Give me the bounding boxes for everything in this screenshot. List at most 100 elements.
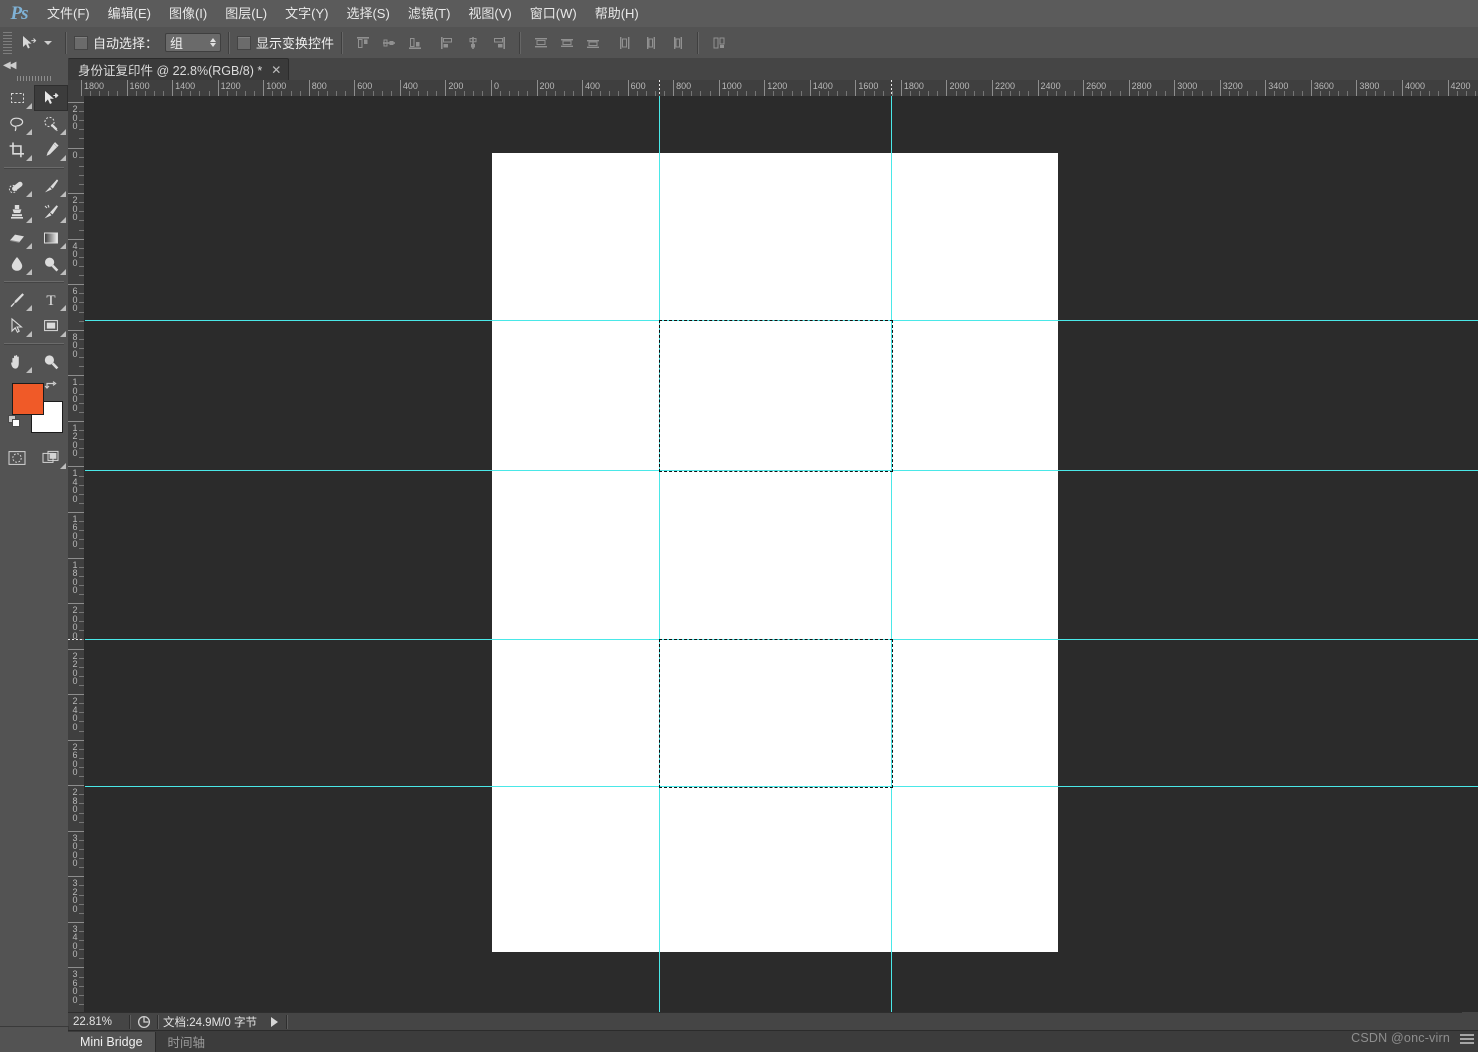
menu-window[interactable]: 窗口(W) (521, 0, 586, 27)
move-tool[interactable] (34, 85, 68, 111)
ruler-minor-tick (79, 502, 84, 504)
zoom-tool[interactable] (34, 349, 68, 375)
ruler-minor-tick (79, 675, 84, 677)
close-icon[interactable]: ✕ (271, 63, 281, 77)
align-vertical-centers-button[interactable] (378, 32, 400, 54)
align-horizontal-centers-button[interactable] (462, 32, 484, 54)
ruler-minor-tick (79, 712, 84, 714)
spot-healing-brush-tool[interactable] (0, 173, 34, 199)
dodge-tool[interactable] (34, 251, 68, 277)
distribute-top-edges-button[interactable] (530, 32, 552, 54)
ruler-minor-tick (79, 220, 84, 222)
distribute-bottom-edges-button[interactable] (582, 32, 604, 54)
ruler-label: 1400 (812, 81, 833, 91)
menu-file[interactable]: 文件(F) (38, 0, 99, 27)
ruler-label: 1800 (84, 81, 105, 91)
gradient-tool[interactable] (34, 225, 68, 251)
quick-mask-mode[interactable] (0, 445, 34, 471)
tool-palette-grip[interactable] (17, 76, 51, 81)
rectangular-marquee-tool[interactable] (0, 85, 34, 111)
zoom-level-input[interactable]: 22.81% (73, 1014, 127, 1030)
document-tab[interactable]: 身份证复印件 @ 22.8%(RGB/8) * ✕ (68, 58, 290, 80)
document-info[interactable]: 文档:24.9M/0 字节 (163, 1014, 257, 1030)
menu-image[interactable]: 图像(I) (160, 0, 216, 27)
ruler-label: 600 (72, 286, 78, 314)
menu-filter[interactable]: 滤镜(T) (399, 0, 460, 27)
flyout-triangle-icon (60, 269, 66, 275)
panel-menu-icon[interactable] (1460, 1034, 1474, 1046)
menu-view[interactable]: 视图(V) (459, 0, 520, 27)
ruler-label: 1600 (72, 513, 78, 550)
options-divider-3 (341, 31, 344, 54)
status-menu-arrow-icon[interactable] (270, 1017, 278, 1027)
ruler-minor-tick (79, 484, 84, 486)
tab-timeline[interactable]: 时间轴 (156, 1032, 218, 1052)
screen-mode-toggle[interactable] (34, 445, 68, 471)
tool-palette: ◀◀ T (0, 58, 69, 1026)
menu-help[interactable]: 帮助(H) (586, 0, 648, 27)
align-bottom-edges-button[interactable] (404, 32, 426, 54)
crop-tool[interactable] (0, 137, 34, 163)
show-transform-controls-checkbox[interactable] (237, 35, 252, 50)
flyout-triangle-icon (60, 129, 66, 135)
menu-layer[interactable]: 图层(L) (216, 0, 276, 27)
ruler-minor-tick (79, 521, 84, 523)
distribute-vertical-centers-button[interactable] (556, 32, 578, 54)
move-tool-icon[interactable] (16, 31, 42, 55)
ruler-label: 3200 (72, 878, 78, 914)
auto-align-layers-button[interactable] (708, 32, 730, 54)
history-brush-tool[interactable] (34, 199, 68, 225)
menu-edit[interactable]: 编辑(E) (99, 0, 160, 27)
watermark-text: CSDN @onc-virn (1351, 1031, 1450, 1045)
guide-vertical[interactable] (891, 96, 892, 1012)
options-bar-grip[interactable] (3, 31, 12, 54)
foreground-color-swatch[interactable] (12, 383, 44, 415)
ruler-minor-tick (79, 539, 84, 541)
selection-marquee[interactable] (659, 320, 893, 472)
auto-select-dropdown[interactable]: 组 (165, 33, 222, 52)
menu-type[interactable]: 文字(Y) (276, 0, 337, 27)
guide-vertical[interactable] (659, 96, 660, 1012)
document-size-icon[interactable] (137, 1015, 151, 1029)
distribute-horizontal-centers-button[interactable] (640, 32, 662, 54)
auto-select-checkbox[interactable] (74, 35, 88, 50)
align-left-edges-button[interactable] (436, 32, 458, 54)
artboard[interactable] (492, 153, 1058, 952)
ruler-minor-tick (79, 685, 84, 687)
path-selection-tool[interactable] (0, 313, 34, 339)
brush-tool[interactable] (34, 173, 68, 199)
rectangle-tool[interactable] (34, 313, 68, 339)
distribute-right-edges-button[interactable] (666, 32, 688, 54)
tool-palette-collapse[interactable]: ◀◀ (0, 58, 68, 73)
eyedropper-tool[interactable] (34, 137, 68, 163)
menu-select[interactable]: 选择(S) (337, 0, 398, 27)
ruler-minor-tick (79, 138, 84, 140)
auto-select-label: 自动选择： (93, 36, 159, 51)
hand-tool[interactable] (0, 349, 34, 375)
pen-tool[interactable] (0, 287, 34, 313)
swap-colors-icon[interactable] (44, 379, 58, 396)
default-colors-icon[interactable] (8, 415, 22, 432)
tool-preset-chevron-icon[interactable] (44, 40, 52, 45)
ruler-major-tick (1447, 80, 1449, 96)
align-top-edges-button[interactable] (352, 32, 374, 54)
quick-selection-tool[interactable] (34, 111, 68, 137)
align-right-edges-button[interactable] (488, 32, 510, 54)
document-tab-title: 身份证复印件 @ 22.8%(RGB/8) * (78, 64, 263, 78)
eraser-tool[interactable] (0, 225, 34, 251)
tab-mini-bridge[interactable]: Mini Bridge (68, 1031, 156, 1052)
blur-tool[interactable] (0, 251, 34, 277)
vertical-ruler[interactable]: 2000200400600800100012001400160018002000… (68, 96, 85, 1012)
canvas-area[interactable] (85, 96, 1478, 1012)
ruler-minor-tick (79, 703, 84, 705)
horizontal-ruler[interactable]: 1800 1600 1400 1200 1000 800 600 400 200 0 200 400 6… (68, 80, 1478, 97)
lasso-tool[interactable] (0, 111, 34, 137)
clone-stamp-tool[interactable] (0, 199, 34, 225)
selection-marquee[interactable] (659, 639, 893, 788)
ruler-label: 200 (539, 81, 555, 91)
status-bar: 22.81% 文档:24.9M/0 字节 (68, 1012, 1478, 1031)
ruler-label: 3200 (1222, 81, 1243, 91)
flyout-triangle-icon (26, 269, 32, 275)
horizontal-type-tool[interactable]: T (34, 287, 68, 313)
distribute-left-edges-button[interactable] (614, 32, 636, 54)
